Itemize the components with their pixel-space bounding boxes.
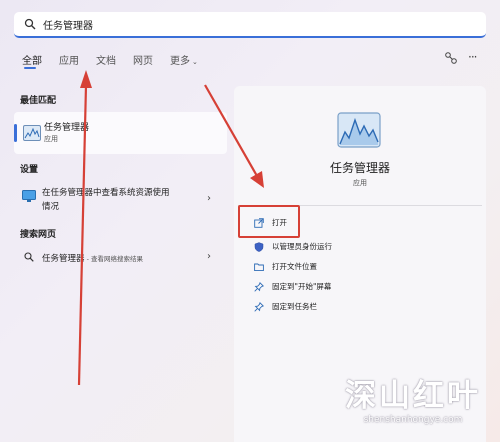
- watermark-main: 深山红叶: [345, 378, 481, 414]
- arrow-up-line: [77, 84, 88, 386]
- watermark: 深山红叶 shenshanhongye.com: [338, 378, 488, 426]
- arrow-up-head: [80, 70, 92, 88]
- arrow-down-head: [250, 171, 264, 188]
- arrow-down-line: [204, 84, 258, 177]
- annotation-arrows: [77, 70, 264, 386]
- watermark-url: shenshanhongye.com: [363, 415, 463, 425]
